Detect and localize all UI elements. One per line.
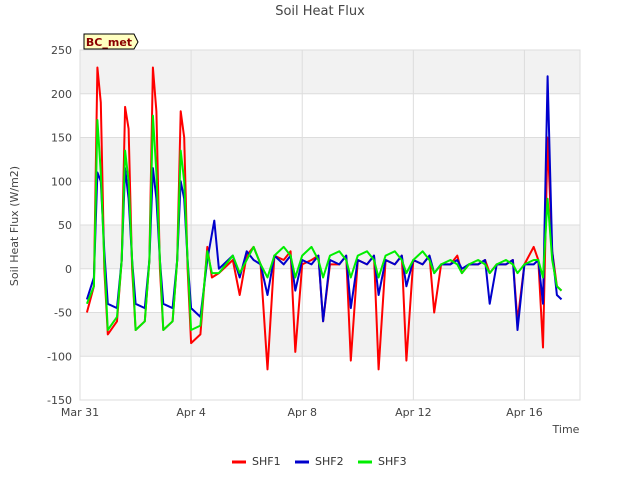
y-tick-label: 200 — [51, 88, 72, 101]
legend-label-shf1: SHF1 — [252, 455, 281, 468]
plot-band — [80, 268, 580, 313]
y-tick-label: 100 — [51, 175, 72, 188]
y-tick-label: -100 — [47, 350, 72, 363]
legend-label-shf2: SHF2 — [315, 455, 344, 468]
y-tick-label: 50 — [58, 219, 72, 232]
y-axis-title: Soil Heat Flux (W/m2) — [8, 166, 21, 286]
plot-band — [80, 312, 580, 357]
soil-heat-flux-chart: -150-100-50050100150200250 Mar 31 Apr 4 Ap… — [0, 0, 640, 480]
x-tick-label: Mar 31 — [61, 406, 99, 419]
x-tick-label: Apr 8 — [287, 406, 317, 419]
x-tick-label: Apr 16 — [506, 406, 543, 419]
y-tick-label: 250 — [51, 44, 72, 57]
x-tick-label: Apr 4 — [176, 406, 206, 419]
legend-label-shf3: SHF3 — [378, 455, 407, 468]
y-tick-label: 0 — [65, 263, 72, 276]
y-tick-label: -50 — [54, 307, 72, 320]
plot-band — [80, 356, 580, 400]
y-tick-label: 150 — [51, 132, 72, 145]
legend: SHF1 SHF2 SHF3 — [232, 455, 407, 468]
site-badge-text: BC_met — [86, 36, 132, 49]
x-tick-label: Apr 12 — [395, 406, 432, 419]
chart-title: Soil Heat Flux — [275, 4, 365, 19]
x-axis-title: Time — [552, 423, 580, 436]
site-badge: BC_met — [83, 33, 139, 50]
